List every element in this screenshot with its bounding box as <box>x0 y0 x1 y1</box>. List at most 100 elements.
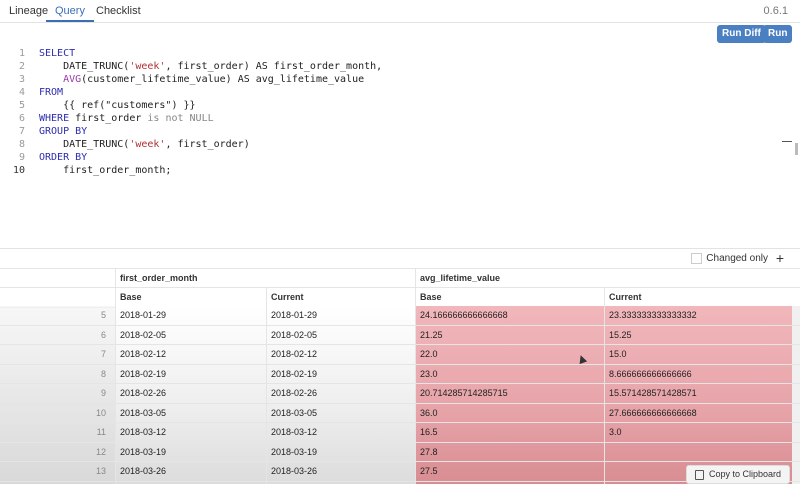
cell-fom-base[interactable]: 2018-02-19 <box>115 365 166 384</box>
table-row[interactable]: 8 2018-02-19 2018-02-19 23.0 8.6666666666666… <box>0 365 800 384</box>
column-header-alv-current[interactable]: Current <box>604 288 642 307</box>
code-token: {{ ref("customers") }} <box>39 100 196 111</box>
run-diff-button[interactable]: Run Diff <box>717 25 766 43</box>
tab-checklist[interactable]: Checklist <box>87 0 150 22</box>
row-number: 7 <box>100 349 106 359</box>
column-header-fom-current[interactable]: Current <box>266 288 304 307</box>
cell-alv-current[interactable]: 8.666666666666666 <box>604 365 692 384</box>
code-token: , first_order) AS first_order_month, <box>165 61 383 72</box>
cell-alv-base[interactable]: 23.0 <box>415 365 438 384</box>
table-row[interactable]: 12 2018-03-19 2018-03-19 27.8 <box>0 443 800 462</box>
code-line[interactable]: 3 AVG(customer_lifetime_value) AS avg_li… <box>0 73 382 86</box>
cell-alv-base[interactable]: 16.5 <box>415 423 438 442</box>
code-lines[interactable]: 1 SELECT 2 DATE_TRUNC('week', first_order)… <box>0 47 382 177</box>
cell-fom-current[interactable]: 2018-03-26 <box>266 462 317 481</box>
code-line[interactable]: 1 SELECT <box>0 47 382 60</box>
code-token: ORDER BY <box>39 152 88 163</box>
table-row[interactable]: 7 2018-02-12 2018-02-12 22.0 15.0 <box>0 345 800 365</box>
table-row[interactable]: 5 2018-01-29 2018-01-29 24.166666666666668 2… <box>0 306 800 326</box>
table-row[interactable]: 13 2018-03-26 2018-03-26 27.5 <box>0 462 800 482</box>
line-number: 8 <box>18 139 25 150</box>
row-number: 13 <box>95 466 106 476</box>
code-token: DATE_TRUNC( <box>39 61 130 72</box>
cell-fom-current[interactable]: 2018-02-12 <box>266 345 317 364</box>
cell-alv-current[interactable]: 27.666666666666668 <box>604 404 697 423</box>
code-line[interactable]: 6 WHERE first_order is not NULL <box>0 112 382 125</box>
cell-fom-current[interactable]: 2018-03-12 <box>266 423 317 442</box>
editor-scrollbar[interactable] <box>795 143 798 155</box>
code-token: first_order <box>69 113 148 124</box>
cell-fom-base[interactable]: 2018-03-19 <box>115 443 166 462</box>
run-button[interactable]: Run <box>763 25 793 43</box>
row-number: 6 <box>100 329 106 340</box>
column-header-alv-base[interactable]: Base <box>415 288 442 307</box>
cell-fom-base[interactable]: 2018-02-05 <box>115 326 166 345</box>
line-number: 3 <box>18 74 25 85</box>
cell-fom-base[interactable]: 2018-02-12 <box>115 345 166 364</box>
column-header-fom-base[interactable]: Base <box>115 288 142 307</box>
results-panel: Changed only + first_order_month avg_lif… <box>0 248 800 484</box>
code-line[interactable]: 4 FROM <box>0 86 382 99</box>
cell-fom-current[interactable]: 2018-02-05 <box>266 326 317 345</box>
changed-only-toggle[interactable]: Changed only <box>691 253 768 264</box>
cell-alv-current[interactable]: 23.333333333333332 <box>604 306 697 325</box>
cell-fom-current[interactable]: 2018-01-29 <box>266 306 317 325</box>
column-header-avg-lifetime-value[interactable]: avg_lifetime_value <box>415 269 500 288</box>
cell-alv-base[interactable]: 27.5 <box>415 462 438 481</box>
sql-editor[interactable]: Run Diff Run 1 SELECT 2 DATE_TRUNC('week',… <box>0 23 800 248</box>
cell-alv-current[interactable]: 3.0 <box>604 423 622 442</box>
cell-fom-current[interactable]: 2018-03-19 <box>266 443 317 462</box>
row-number: 8 <box>100 368 106 379</box>
cell-alv-base[interactable]: 22.0 <box>415 345 438 364</box>
row-number: 10 <box>95 407 106 418</box>
row-number: 12 <box>95 446 106 457</box>
cell-alv-base[interactable]: 21.25 <box>415 326 443 345</box>
copy-to-clipboard-label: Copy to Clipboard <box>708 469 781 479</box>
cell-alv-base[interactable]: 24.166666666666668 <box>415 306 508 325</box>
copy-to-clipboard-button[interactable]: Copy to Clipboard <box>685 465 790 484</box>
code-token: (customer_lifetime_value) AS avg_lifetim… <box>81 74 365 85</box>
column-header-first-order-month[interactable]: first_order_month <box>115 269 198 288</box>
cell-alv-base[interactable]: 20.714285714285715 <box>415 384 508 403</box>
cell-fom-current[interactable]: 2018-02-26 <box>266 384 317 403</box>
cell-fom-base[interactable]: 2018-03-12 <box>115 423 166 442</box>
cell-alv-current[interactable]: 15.571428571428571 <box>604 384 697 403</box>
table-row[interactable]: 6 2018-02-05 2018-02-05 21.25 15.25 <box>0 326 800 345</box>
version-label: 0.6.1 <box>763 5 788 17</box>
code-line[interactable]: 10 first_order_month; <box>0 164 382 177</box>
row-number: 11 <box>96 427 106 437</box>
code-token: 'week' <box>129 61 166 72</box>
header-row-sub: Base Current Base Current <box>0 287 800 308</box>
code-line[interactable]: 8 DATE_TRUNC('week', first_order) <box>0 138 382 151</box>
table-row[interactable]: 11 2018-03-12 2018-03-12 16.5 3.0 <box>0 423 800 443</box>
changed-only-checkbox[interactable] <box>691 253 703 264</box>
code-line[interactable]: 9 ORDER BY <box>0 151 382 164</box>
cell-fom-base[interactable]: 2018-01-29 <box>115 306 166 325</box>
line-number: 4 <box>18 87 25 98</box>
code-token: 'week' <box>129 139 166 150</box>
table-row[interactable]: 9 2018-02-26 2018-02-26 20.714285714285715 1… <box>0 384 800 404</box>
cell-fom-base[interactable]: 2018-02-26 <box>115 384 166 403</box>
code-line[interactable]: 5 {{ ref("customers") }} <box>0 99 382 112</box>
cell-fom-current[interactable]: 2018-02-19 <box>266 365 317 384</box>
cell-fom-base[interactable]: 2018-03-05 <box>115 404 166 423</box>
tab-bar: Lineage Query Checklist 0.6.1 <box>0 0 800 23</box>
line-number: 7 <box>18 126 25 137</box>
cell-fom-base[interactable]: 2018-03-26 <box>115 462 166 481</box>
cell-alv-current[interactable]: 15.0 <box>604 345 627 364</box>
results-rows: 5 2018-01-29 2018-01-29 24.166666666666668 2… <box>0 306 800 482</box>
cell-fom-current[interactable]: 2018-03-05 <box>266 404 317 423</box>
code-line[interactable]: 2 DATE_TRUNC('week', first_order) AS fir… <box>0 60 382 73</box>
cell-alv-base[interactable]: 27.8 <box>415 443 438 462</box>
code-line[interactable]: 7 GROUP BY <box>0 125 382 138</box>
cell-alv-current[interactable]: 15.25 <box>604 326 632 345</box>
line-number: 10 <box>12 165 25 176</box>
add-column-icon[interactable]: + <box>776 250 784 266</box>
table-row[interactable]: 10 2018-03-05 2018-03-05 36.0 27.66666666666… <box>0 404 800 423</box>
code-token: GROUP BY <box>39 126 88 137</box>
code-token: DATE_TRUNC( <box>39 139 130 150</box>
cell-alv-base[interactable]: 36.0 <box>415 404 438 423</box>
line-number: 2 <box>18 61 25 72</box>
line-number: 1 <box>18 48 25 59</box>
